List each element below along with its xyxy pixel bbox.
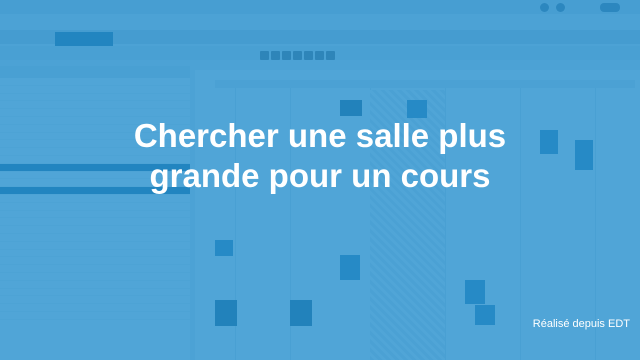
title-line-2: grande pour un cours [149, 157, 491, 194]
credit-text: Réalisé depuis EDT [532, 318, 630, 330]
overlay-title: Chercher une salle plus grande pour un c… [0, 116, 640, 196]
title-line-1: Chercher une salle plus [133, 117, 507, 154]
